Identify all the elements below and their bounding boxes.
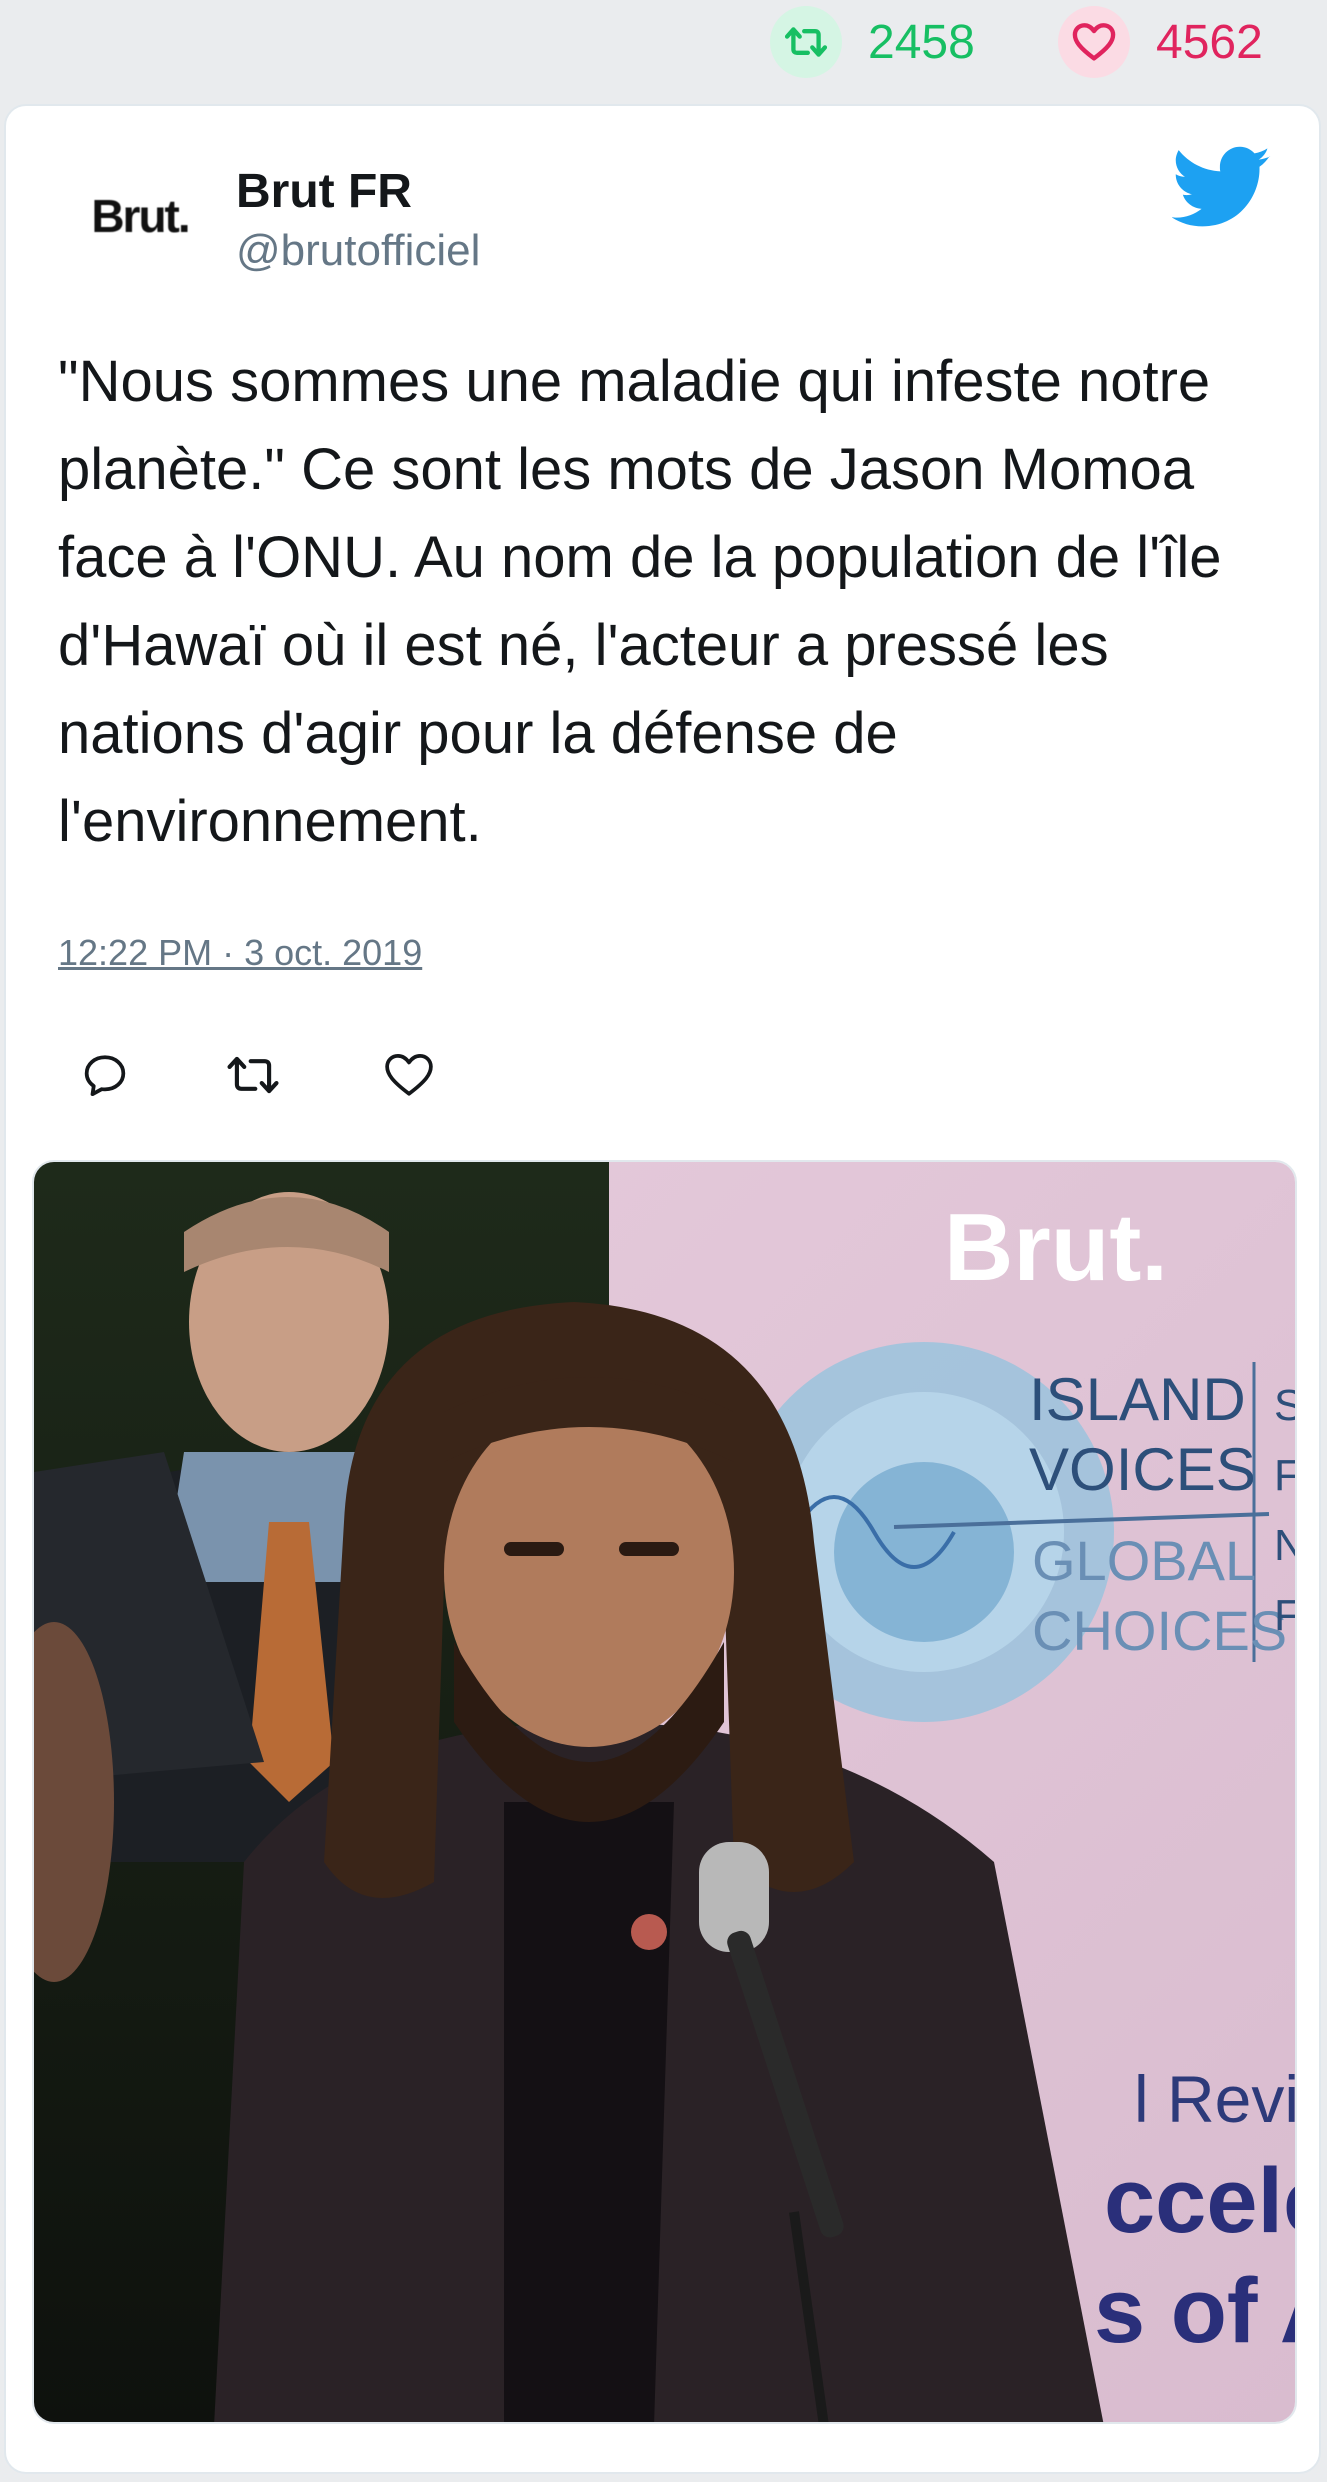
banner-bottom-1: l Review — [1134, 2062, 1297, 2136]
reply-icon[interactable] — [72, 1042, 138, 1108]
banner-edge-2: F — [1274, 1451, 1297, 1500]
retweet-stat[interactable]: 2458 — [770, 6, 975, 78]
twitter-bird-icon[interactable] — [1171, 146, 1272, 230]
like-count: 4562 — [1156, 15, 1263, 69]
tweet-timestamp[interactable]: 12:22 PM · 3 oct. 2019 — [58, 932, 422, 974]
banner-line-3: GLOBAL — [1032, 1529, 1256, 1592]
like-stat[interactable]: 4562 — [1058, 6, 1263, 78]
banner-line-2: VOICES — [1029, 1436, 1256, 1503]
engagement-stats: 2458 4562 — [0, 0, 1327, 104]
heart-icon[interactable] — [1058, 6, 1130, 78]
tweet-card: Brut. Brut FR @brutofficiel "Nous sommes… — [4, 104, 1321, 2474]
banner-line-4: CHOICES — [1032, 1599, 1287, 1662]
tweet-media-image[interactable]: Brut. ISLAND VOICES GLOBAL CHOICES S F N… — [32, 1160, 1297, 2424]
banner-line-1: ISLAND — [1029, 1366, 1246, 1433]
retweet-count: 2458 — [868, 15, 975, 69]
banner-bottom-3: s of Ac — [1094, 2260, 1297, 2362]
avatar-logo-text: Brut. — [91, 190, 190, 242]
banner-edge-3: N — [1274, 1521, 1297, 1570]
banner-edge-1: S — [1274, 1381, 1297, 1430]
retweet-icon[interactable] — [770, 6, 842, 78]
user-name[interactable]: Brut FR — [236, 164, 412, 219]
media-photo: Brut. ISLAND VOICES GLOBAL CHOICES S F N… — [34, 1162, 1297, 2422]
media-brand-text: Brut. — [944, 1194, 1168, 1301]
tweet-text: "Nous sommes une maladie qui infeste not… — [58, 349, 1222, 854]
user-handle[interactable]: @brutofficiel — [236, 226, 480, 276]
avatar[interactable]: Brut. — [60, 166, 220, 266]
banner-edge-4: F — [1274, 1591, 1297, 1640]
banner-bottom-2: ccele — [1104, 2150, 1297, 2252]
like-action-icon[interactable] — [376, 1042, 442, 1108]
retweet-action-icon[interactable] — [220, 1042, 286, 1108]
